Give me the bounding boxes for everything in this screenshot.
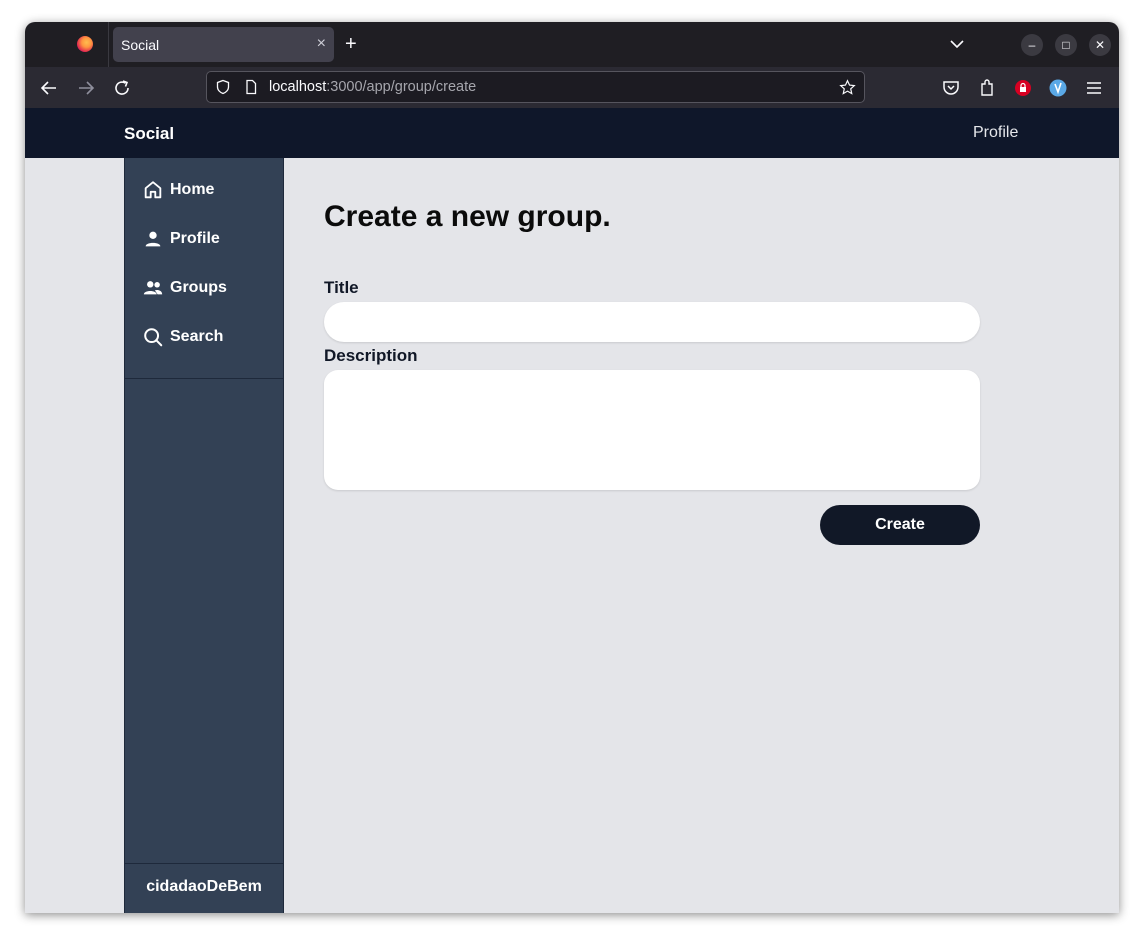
- sidebar-item-label: Search: [170, 328, 224, 345]
- tab-strip: Social × + – □ ✕: [25, 22, 1119, 67]
- minimize-button[interactable]: –: [1021, 34, 1043, 56]
- url-path: :3000/app/group/create: [326, 79, 477, 95]
- create-button[interactable]: Create: [820, 505, 980, 545]
- user-icon: [145, 231, 161, 247]
- brand-logo[interactable]: Social: [124, 124, 174, 144]
- tab-separator: [108, 22, 109, 67]
- lock-extension-icon[interactable]: [1013, 78, 1033, 98]
- sidebar-item-search[interactable]: Search: [142, 325, 223, 349]
- close-window-button[interactable]: ✕: [1089, 34, 1111, 56]
- new-tab-button[interactable]: +: [345, 33, 357, 55]
- sidebar-divider: [125, 378, 283, 379]
- page-icon[interactable]: [243, 79, 259, 95]
- chevron-down-icon[interactable]: [947, 34, 967, 54]
- header-profile-link[interactable]: Profile: [973, 124, 1018, 142]
- tab-close-icon[interactable]: ×: [317, 34, 326, 54]
- browser-tab[interactable]: Social ×: [113, 27, 334, 62]
- extensions-icon[interactable]: [977, 78, 997, 98]
- profile-extension-icon[interactable]: [1048, 78, 1068, 98]
- maximize-button[interactable]: □: [1055, 34, 1077, 56]
- navigation-toolbar: localhost:3000/app/group/create: [25, 67, 1119, 108]
- sidebar: Home Profile Groups Search cidadaoDeBem: [124, 158, 284, 913]
- menu-icon[interactable]: [1084, 78, 1104, 98]
- url-text: localhost:3000/app/group/create: [269, 79, 476, 95]
- bookmark-star-icon[interactable]: [839, 79, 856, 96]
- app-header: Social Profile: [25, 108, 1119, 158]
- search-icon: [144, 328, 163, 347]
- description-label: Description: [324, 346, 418, 365]
- main-content: Create a new group. Title Description Cr…: [284, 158, 1119, 913]
- sidebar-item-groups[interactable]: Groups: [142, 276, 227, 300]
- pocket-icon[interactable]: [941, 78, 961, 98]
- sidebar-item-label: Groups: [170, 279, 227, 296]
- url-host: localhost: [269, 79, 327, 95]
- forward-arrow-icon[interactable]: [76, 78, 96, 98]
- sidebar-item-profile[interactable]: Profile: [142, 227, 220, 251]
- url-bar[interactable]: localhost:3000/app/group/create: [206, 71, 865, 103]
- shield-icon[interactable]: [215, 79, 231, 95]
- page-title: Create a new group.: [324, 200, 611, 233]
- sidebar-item-home[interactable]: Home: [142, 178, 214, 202]
- reload-icon[interactable]: [112, 78, 132, 98]
- sidebar-item-label: Profile: [170, 230, 220, 247]
- current-username[interactable]: cidadaoDeBem: [125, 878, 283, 896]
- description-textarea[interactable]: [324, 370, 980, 490]
- sidebar-footer-divider: [125, 863, 283, 864]
- home-icon: [144, 181, 162, 199]
- sidebar-item-label: Home: [170, 181, 215, 198]
- back-arrow-icon[interactable]: [39, 78, 59, 98]
- tab-title: Social: [121, 37, 160, 53]
- title-input[interactable]: [324, 302, 980, 342]
- firefox-icon: [77, 36, 93, 52]
- title-label: Title: [324, 278, 359, 297]
- users-icon: [143, 281, 163, 295]
- browser-window: Social × + – □ ✕ localhost:3000/app/grou…: [25, 22, 1119, 913]
